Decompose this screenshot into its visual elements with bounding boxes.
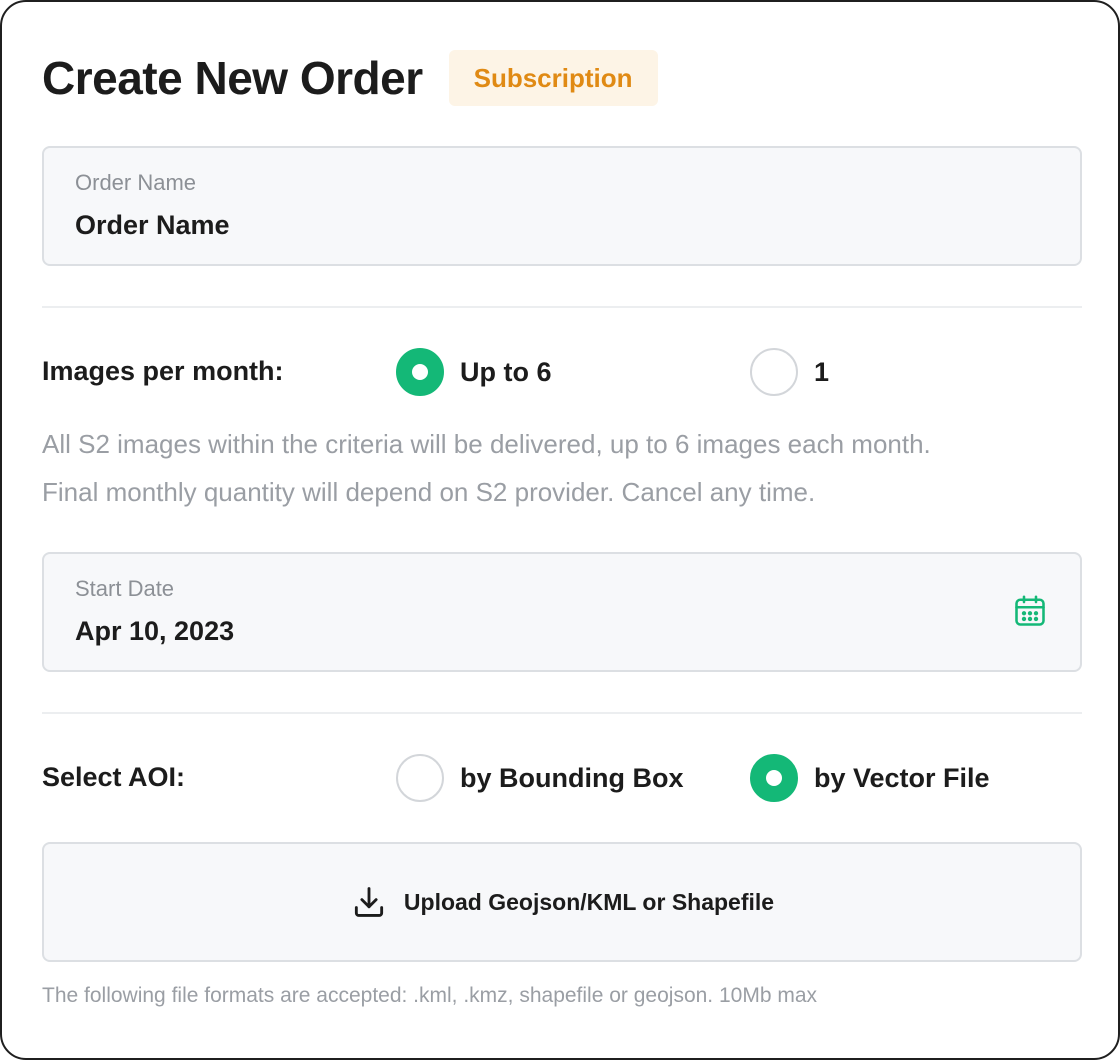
- radio-label: by Vector File: [814, 762, 990, 793]
- radio-label: by Bounding Box: [460, 762, 684, 793]
- download-icon: [354, 887, 383, 917]
- header: Create New Order Subscription: [42, 50, 658, 106]
- radio-unchecked-icon[interactable]: [396, 754, 444, 802]
- images-per-month-label: Images per month:: [42, 356, 284, 386]
- radio-bounding-box[interactable]: by Bounding Box: [396, 754, 683, 802]
- divider: [42, 712, 1082, 714]
- start-date-input[interactable]: Apr 10, 2023: [75, 616, 234, 647]
- select-aoi-label: Select AOI:: [42, 762, 186, 792]
- upload-label: Upload Geojson/KML or Shapefile: [403, 888, 775, 915]
- radio-checked-icon[interactable]: [750, 754, 798, 802]
- radio-label: 1: [814, 356, 830, 387]
- images-hint: All S2 images within the criteria will b…: [42, 420, 1102, 516]
- order-name-label: Order Name: [75, 170, 197, 195]
- file-formats-note: The following file formats are accepted:…: [42, 984, 818, 1007]
- radio-vector-file[interactable]: by Vector File: [750, 754, 990, 802]
- radio-one[interactable]: 1: [750, 348, 829, 396]
- order-name-field[interactable]: Order Name Order Name: [42, 146, 1082, 266]
- radio-up-to-6[interactable]: Up to 6: [396, 348, 552, 396]
- upload-file-button[interactable]: Upload Geojson/KML or Shapefile: [42, 842, 1082, 962]
- create-order-card: Create New Order Subscription Order Name…: [0, 0, 1120, 1060]
- calendar-icon[interactable]: [1012, 593, 1048, 629]
- radio-unchecked-icon[interactable]: [750, 348, 798, 396]
- hint-line: Final monthly quantity will depend on S2…: [42, 477, 816, 507]
- start-date-field[interactable]: Start Date Apr 10, 2023: [42, 552, 1082, 672]
- start-date-label: Start Date: [75, 576, 175, 601]
- hint-line: All S2 images within the criteria will b…: [42, 429, 931, 459]
- page-title: Create New Order: [42, 52, 423, 104]
- radio-label: Up to 6: [460, 356, 552, 387]
- radio-checked-icon[interactable]: [396, 348, 444, 396]
- subscription-badge: Subscription: [448, 50, 658, 106]
- divider: [42, 306, 1082, 308]
- order-name-input[interactable]: Order Name: [75, 210, 230, 241]
